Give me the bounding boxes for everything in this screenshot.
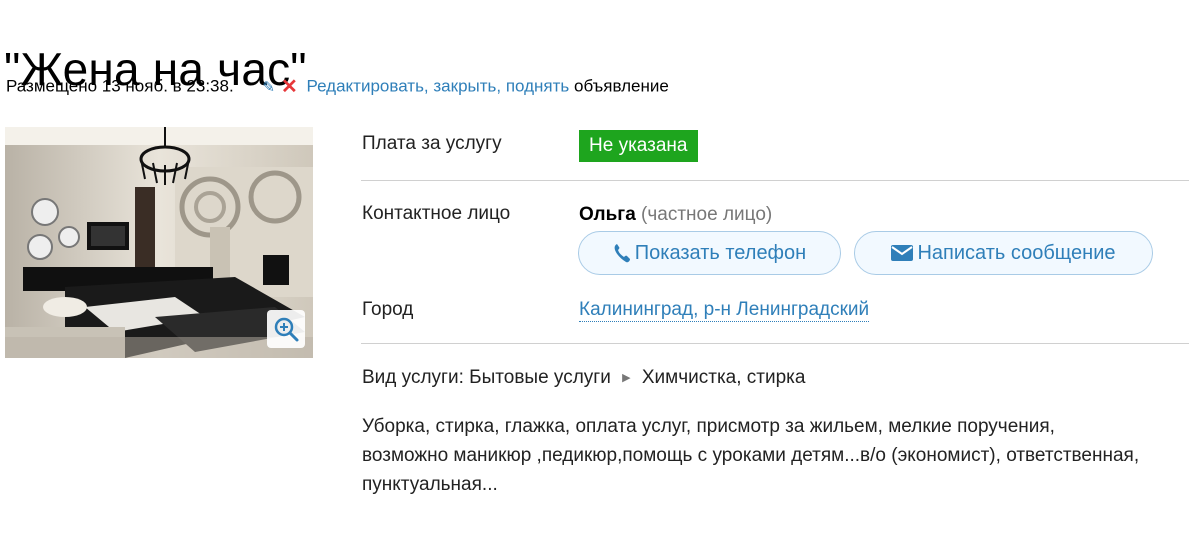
zoom-in-icon [274,317,299,342]
envelope-icon [891,245,914,261]
ad-meta: Размещено 13 нояб. в 23:38. ✎ ✕ Редактиро… [6,75,669,99]
service-category: Бытовые услуги [469,367,611,388]
phone-icon [614,244,630,263]
contact-name: Ольга [579,204,636,225]
city-label: Город [362,299,414,320]
service-subcategory: Химчистка, стирка [641,367,806,388]
pencil-icon[interactable]: ✎ [262,79,275,96]
edit-ad-link[interactable]: Редактировать, закрыть, поднять [307,76,570,95]
send-message-label: Написать сообщение [917,242,1116,264]
price-label: Плата за услугу [362,133,502,154]
zoom-button[interactable] [267,310,305,348]
posted-date: Размещено 13 нояб. в 23:38. [6,76,234,96]
send-message-button[interactable]: Написать сообщение [854,231,1153,275]
divider [361,343,1189,344]
close-icon[interactable]: ✕ [281,76,298,98]
contact-person: Ольга (частное лицо) [579,203,772,227]
price-badge: Не указана [579,130,698,162]
service-type: Вид услуги: Бытовые услуги ▶ Химчистка, … [362,366,805,392]
city-link[interactable]: Калининград, р-н Ленинградский [579,299,870,322]
show-phone-button[interactable]: Показать телефон [578,231,841,275]
contact-label: Контактное лицо [362,203,511,224]
divider [361,180,1189,181]
chevron-right-icon: ▶ [622,372,631,384]
ad-photo[interactable] [5,127,313,358]
ad-description: Уборка, стирка, глажка, оплата услуг, пр… [362,416,1140,495]
service-prefix: Вид услуги: [362,367,464,388]
show-phone-label: Показать телефон [634,242,807,264]
edit-ad-suffix: объявление [574,76,669,96]
contact-type: (частное лицо) [641,204,773,225]
